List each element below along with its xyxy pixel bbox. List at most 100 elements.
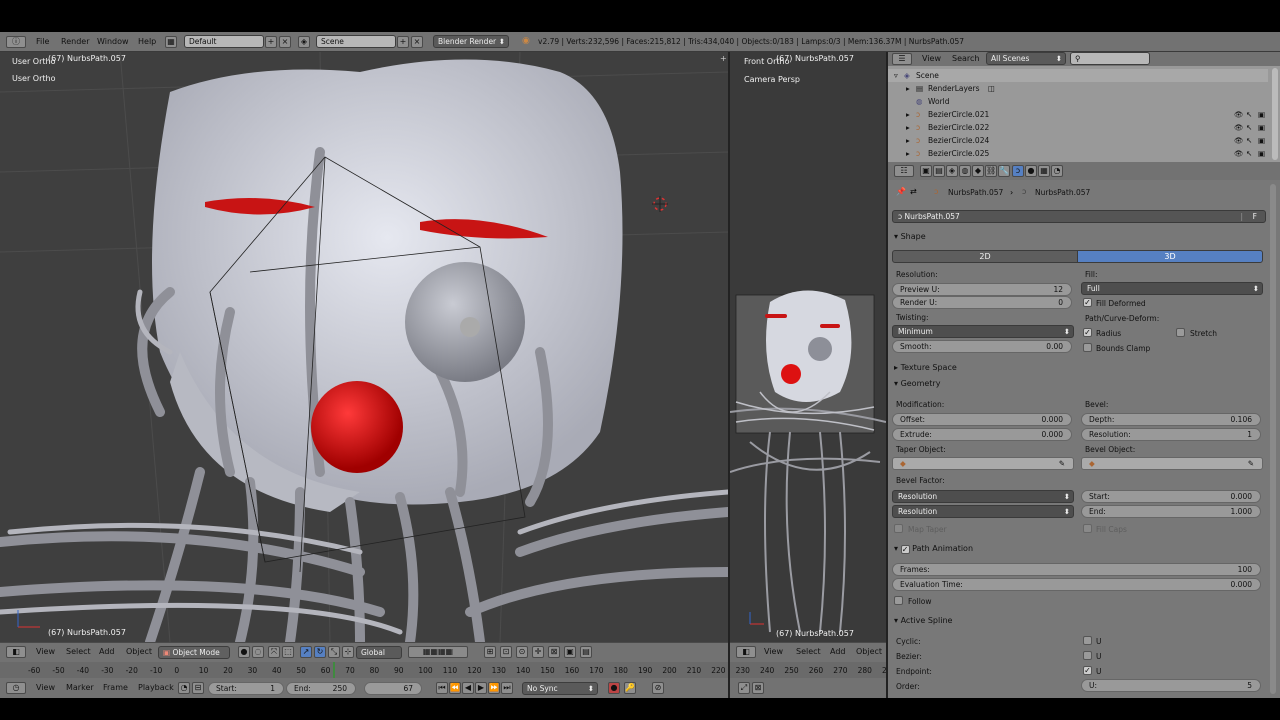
delete-key-icon[interactable]: ⊠ <box>752 682 764 694</box>
current-frame-field[interactable]: 67 <box>364 682 422 695</box>
tl-menu-marker[interactable]: Marker <box>66 683 94 692</box>
render-camera-icon[interactable]: ▣ <box>1258 108 1265 121</box>
timeline-ruler[interactable]: -60 -50 -40 -30 -20 -10 0 10 20 30 40 50 60 70 80 90 100… <box>0 662 896 678</box>
timeline-editor-icon[interactable]: ◷ <box>6 682 26 694</box>
render-camera-icon[interactable]: ▣ <box>1258 134 1265 147</box>
preview-range-icon[interactable]: ◔ <box>178 682 190 694</box>
cam-menu-select[interactable]: Select <box>796 647 821 656</box>
render-camera-icon[interactable]: ▣ <box>1258 147 1265 160</box>
insert-key-icon[interactable]: ⤢ <box>738 682 750 694</box>
mode-2d-button[interactable]: 2D <box>892 250 1078 263</box>
area-corner-icon[interactable]: + <box>720 54 727 63</box>
offset-field[interactable]: Offset: 0.000 <box>892 413 1072 426</box>
widget-toggle-icon[interactable]: ⤧ <box>268 646 280 658</box>
endpoint-u-checkbox[interactable]: ✓ <box>1083 666 1092 675</box>
tab-physics-icon[interactable]: ◔ <box>1051 165 1063 177</box>
jump-start-icon[interactable]: ⏮ <box>436 682 448 694</box>
fill-dropdown[interactable]: Full ⬍ <box>1081 282 1263 295</box>
menu-render[interactable]: Render <box>61 37 89 46</box>
visibility-eye-icon[interactable]: 👁 <box>1234 108 1244 121</box>
editor-type-3d-icon[interactable]: ◧ <box>6 646 26 658</box>
keying-set-icon[interactable]: 🔑 <box>624 682 636 694</box>
vp-menu-object[interactable]: Object <box>126 647 152 656</box>
editor-type-button[interactable]: ⓘ <box>6 36 26 48</box>
fill-caps-checkbox[interactable] <box>1083 524 1092 533</box>
map-taper-checkbox[interactable] <box>894 524 903 533</box>
time-lock-icon[interactable]: ⊟ <box>192 682 204 694</box>
translate-icon[interactable]: ↗ <box>300 646 312 658</box>
area-split-vertical[interactable] <box>728 52 730 698</box>
tab-world-icon[interactable]: ◍ <box>959 165 971 177</box>
select-arrow-icon[interactable]: ↖ <box>1246 121 1252 134</box>
layers-grid[interactable]: ▦▦▦▦ <box>408 646 468 658</box>
local-view-icon[interactable]: ⬚ <box>282 646 294 658</box>
cyclic-u-checkbox[interactable] <box>1083 636 1092 645</box>
tab-object-icon[interactable]: ◆ <box>972 165 984 177</box>
render-preview-icon[interactable]: ⊠ <box>548 646 560 658</box>
panel-shape-header[interactable]: ▾ Shape <box>894 232 926 241</box>
tab-material-icon[interactable]: ● <box>1025 165 1037 177</box>
vp-menu-add[interactable]: Add <box>99 647 115 656</box>
start-frame-field[interactable]: Start: 1 <box>208 682 284 695</box>
outliner-editor-icon[interactable]: ☰ <box>892 53 912 65</box>
bevel-factor-mode-1[interactable]: Resolution ⬍ <box>892 490 1074 503</box>
insert-keyframe-icon[interactable]: ⊘ <box>652 682 664 694</box>
area-split-vertical-2[interactable] <box>886 52 888 698</box>
order-u-field[interactable]: U: 5 <box>1081 679 1261 692</box>
main-3d-viewport[interactable]: User Ortho (67) NurbsPath.057 User Ortho… <box>0 52 728 642</box>
follow-checkbox[interactable] <box>894 596 903 605</box>
path-animation-checkbox[interactable]: ✓ <box>900 545 910 554</box>
vp-menu-view[interactable]: View <box>36 647 55 656</box>
opengl-render-icon[interactable]: ▣ <box>564 646 576 658</box>
bevel-end-field[interactable]: End: 1.000 <box>1081 505 1261 518</box>
camera-viewport[interactable]: Front Ortho (67) NurbsPath.057 Camera Pe… <box>730 52 886 642</box>
tab-texture-icon[interactable]: ▦ <box>1038 165 1050 177</box>
camera-editor-type-icon[interactable]: ◧ <box>736 646 756 658</box>
scene-selector[interactable]: Scene <box>316 35 396 48</box>
panel-texture-space-header[interactable]: ▸ Texture Space <box>894 363 957 372</box>
bounds-clamp-checkbox[interactable] <box>1083 343 1092 352</box>
outliner-scrollbar[interactable] <box>1272 68 1278 160</box>
eyedropper-icon[interactable]: ✎ <box>1059 458 1065 469</box>
scene-add-button[interactable]: + <box>397 36 409 48</box>
outliner-row-beziercircle-025[interactable]: ▸ ↄ BezierCircle.025 👁 ↖ ▣ <box>888 147 1268 160</box>
tab-modifiers-icon[interactable]: 🔧 <box>998 165 1010 177</box>
frames-field[interactable]: Frames: 100 <box>892 563 1261 576</box>
depth-field[interactable]: Depth: 0.106 <box>1081 413 1261 426</box>
render-engine-selector[interactable]: Blender Render ⬍ <box>433 35 509 48</box>
cam-menu-add[interactable]: Add <box>830 647 846 656</box>
cam-menu-view[interactable]: View <box>764 647 783 656</box>
tab-layers-icon[interactable]: ▤ <box>933 165 945 177</box>
eyedropper-icon[interactable]: ✎ <box>1248 458 1254 469</box>
rotate-icon[interactable]: ↻ <box>314 646 326 658</box>
properties-editor-icon[interactable]: ☷ <box>894 165 914 177</box>
outliner-row-renderlayers[interactable]: ▸ ▤ RenderLayers ◫ <box>888 82 1268 95</box>
opengl-anim-icon[interactable]: ▤ <box>580 646 592 658</box>
tab-data-icon[interactable]: ↄ <box>1012 165 1024 177</box>
tab-scene-icon[interactable]: ◈ <box>946 165 958 177</box>
pin-icon[interactable]: 📌 <box>896 187 906 196</box>
mode-3d-button[interactable]: 3D <box>1077 250 1263 263</box>
datablock-field[interactable]: ↄ NurbsPath.057 | F <box>892 210 1266 223</box>
tab-render-icon[interactable]: ▣ <box>920 165 932 177</box>
layout-remove-button[interactable]: × <box>279 36 291 48</box>
preview-u-field[interactable]: Preview U: 12 <box>892 283 1072 296</box>
bevel-factor-mode-2[interactable]: Resolution ⬍ <box>892 505 1074 518</box>
menu-window[interactable]: Window <box>97 37 129 46</box>
outliner-search-input[interactable]: ⚲ <box>1070 52 1150 65</box>
fake-user-button[interactable]: F <box>1253 211 1257 222</box>
manipulator-icon[interactable]: ⊹ <box>342 646 354 658</box>
record-icon[interactable]: ● <box>608 682 620 694</box>
outliner-row-beziercircle-022[interactable]: ▸ ↄ BezierCircle.022 👁 ↖ ▣ <box>888 121 1268 134</box>
pivot-icon[interactable]: ◌ <box>252 646 264 658</box>
current-frame-marker[interactable] <box>333 662 335 678</box>
visibility-eye-icon[interactable]: 👁 <box>1234 121 1244 134</box>
properties-editor[interactable]: ☷ ▣ ▤ ◈ ◍ ◆ ⛓ 🔧 ↄ ● ▦ ◔ 📌 ⇄ ↄ NurbsPath.… <box>888 162 1280 698</box>
visibility-eye-icon[interactable]: 👁 <box>1234 147 1244 160</box>
jump-end-icon[interactable]: ⏭ <box>501 682 513 694</box>
tl-menu-frame[interactable]: Frame <box>103 683 128 692</box>
smooth-field[interactable]: Smooth: 0.00 <box>892 340 1072 353</box>
play-reverse-icon[interactable]: ◀ <box>462 682 474 694</box>
fill-deformed-checkbox[interactable]: ✓ <box>1083 298 1092 307</box>
panel-geometry-header[interactable]: ▾ Geometry <box>894 379 940 388</box>
